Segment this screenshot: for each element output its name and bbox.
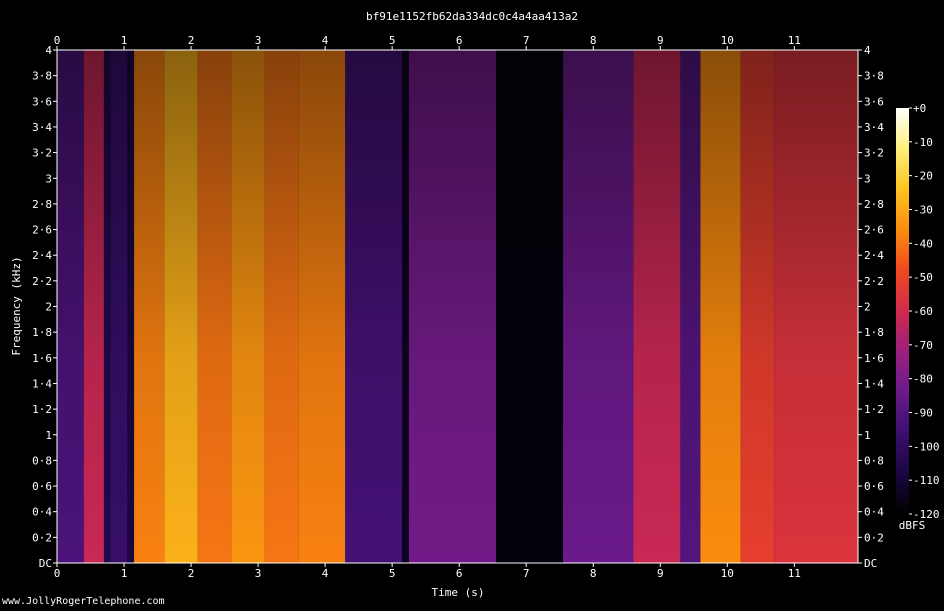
y-tick-label-left: 1·2: [32, 403, 52, 416]
x-tick-label-bottom: 8: [590, 567, 597, 580]
y-tick-label-right: 2·4: [864, 249, 884, 262]
y-tick-label-left: 2: [45, 301, 52, 314]
x-tick-label-bottom: 4: [322, 567, 329, 580]
y-tick-label-right: DC: [864, 557, 877, 570]
x-tick-label-bottom: 1: [121, 567, 128, 580]
y-tick-label-left: 4: [45, 44, 52, 57]
x-tick-label-bottom: 6: [456, 567, 463, 580]
x-tick-label-top: 2: [188, 34, 195, 47]
energy-fade-overlay: [57, 50, 858, 563]
colorbar-tick-label: +0: [913, 102, 926, 115]
y-tick-label-left: 2·2: [32, 275, 52, 288]
x-tick-label-top: 10: [721, 34, 734, 47]
colorbar-tick-label: -20: [913, 170, 933, 183]
y-tick-label-left: 2·6: [32, 224, 52, 237]
y-tick-label-right: 1: [864, 429, 871, 442]
colorbar-tick-label: -60: [913, 305, 933, 318]
colorbar-tick-label: -110: [913, 474, 940, 487]
x-tick-label-top: 3: [255, 34, 262, 47]
colorbar-tick-label: -30: [913, 204, 933, 217]
colorbar-tick-label: -80: [913, 373, 933, 386]
y-tick-label-right: 0·4: [864, 506, 884, 519]
y-tick-label-right: 1·6: [864, 352, 884, 365]
x-axis-label: Time (s): [432, 586, 485, 599]
y-tick-label-left: 2·8: [32, 198, 52, 211]
colorbar-gradient: [896, 108, 909, 514]
y-tick-label-right: 1·4: [864, 377, 884, 390]
colorbar-tick-label: -90: [913, 407, 933, 420]
y-tick-label-left: 1·6: [32, 352, 52, 365]
colorbar-tick-label: -40: [913, 237, 933, 250]
y-tick-label-right: 0·2: [864, 531, 884, 544]
y-tick-label-right: 3·8: [864, 70, 884, 83]
y-tick-label-right: 1·8: [864, 326, 884, 339]
y-tick-label-left: 0·2: [32, 531, 52, 544]
x-tick-label-bottom: 0: [54, 567, 61, 580]
plot-area: [57, 50, 858, 563]
spectrogram-chart: bf91e1152fb62da334dc0c4a4aa413a2 0011223…: [0, 0, 944, 611]
y-tick-label-left: 0·4: [32, 506, 52, 519]
y-tick-label-left: 1·4: [32, 377, 52, 390]
y-tick-label-left: 3·8: [32, 70, 52, 83]
y-tick-label-right: 4: [864, 44, 871, 57]
y-tick-label-right: 3·2: [864, 147, 884, 160]
x-tick-label-top: 9: [657, 34, 664, 47]
y-tick-label-right: 2·2: [864, 275, 884, 288]
x-tick-label-top: 8: [590, 34, 597, 47]
colorbar-tick-label: -10: [913, 136, 933, 149]
y-tick-label-left: 3·6: [32, 95, 52, 108]
x-tick-label-bottom: 2: [188, 567, 195, 580]
y-tick-label-left: 1·8: [32, 326, 52, 339]
colorbar-label: dBFS: [899, 519, 926, 532]
colorbar-tick-label: -50: [913, 271, 933, 284]
x-tick-label-top: 0: [54, 34, 61, 47]
y-tick-label-left: 2·4: [32, 249, 52, 262]
y-tick-label-left: 0·8: [32, 454, 52, 467]
y-tick-label-right: 3: [864, 172, 871, 185]
x-tick-label-top: 1: [121, 34, 128, 47]
x-tick-label-bottom: 9: [657, 567, 664, 580]
x-tick-label-bottom: 7: [523, 567, 530, 580]
x-tick-label-bottom: 10: [721, 567, 734, 580]
y-tick-label-left: DC: [39, 557, 52, 570]
y-tick-label-right: 2·8: [864, 198, 884, 211]
colorbar-tick-label: -100: [913, 440, 940, 453]
x-tick-label-top: 4: [322, 34, 329, 47]
x-tick-label-bottom: 3: [255, 567, 262, 580]
y-tick-label-right: 2·6: [864, 224, 884, 237]
colorbar-tick-label: -70: [913, 339, 933, 352]
y-tick-label-right: 0·6: [864, 480, 884, 493]
y-tick-label-left: 1: [45, 429, 52, 442]
x-tick-label-top: 11: [788, 34, 801, 47]
x-tick-label-bottom: 11: [788, 567, 801, 580]
y-tick-label-left: 3: [45, 172, 52, 185]
y-tick-label-left: 3·2: [32, 147, 52, 160]
y-tick-label-right: 3·6: [864, 95, 884, 108]
x-tick-label-top: 7: [523, 34, 530, 47]
y-axis-label: Frequency (kHz): [10, 256, 23, 355]
y-tick-label-left: 3·4: [32, 121, 52, 134]
watermark-text: www.JollyRogerTelephone.com: [2, 596, 165, 607]
chart-title: bf91e1152fb62da334dc0c4a4aa413a2: [366, 10, 578, 23]
y-tick-label-right: 1·2: [864, 403, 884, 416]
y-tick-label-right: 3·4: [864, 121, 884, 134]
x-tick-label-bottom: 5: [389, 567, 396, 580]
y-tick-label-right: 2: [864, 301, 871, 314]
x-tick-label-top: 5: [389, 34, 396, 47]
y-tick-label-left: 0·6: [32, 480, 52, 493]
y-tick-label-right: 0·8: [864, 454, 884, 467]
x-tick-label-top: 6: [456, 34, 463, 47]
